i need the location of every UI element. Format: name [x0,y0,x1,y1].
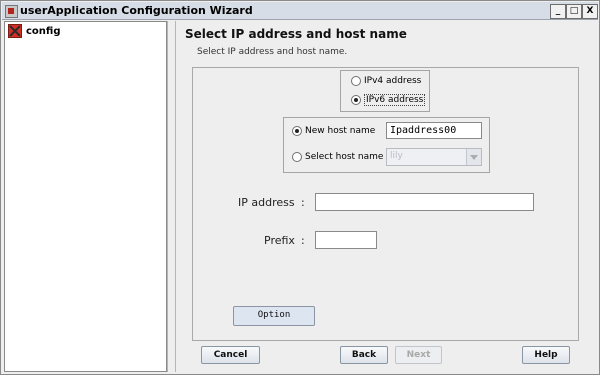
prefix-label: Prefix [264,234,295,247]
title-bar[interactable]: userApplication Configuration Wizard _ □… [2,2,598,20]
config-icon [8,24,22,38]
select-host-radio-indicator [292,152,302,162]
new-host-radio-indicator [292,126,302,136]
prefix-separator: : [301,234,305,247]
select-host-radio[interactable]: Select host name [292,152,383,162]
tree-item-label: config [26,25,61,37]
page-subtitle: Select IP address and host name. [197,47,348,57]
help-button[interactable]: Help [522,346,570,364]
new-host-radio[interactable]: New host name [292,126,375,136]
app-icon [5,5,18,18]
back-button[interactable]: Back [340,346,388,364]
next-button[interactable]: Next [395,346,442,364]
ipv4-radio-indicator [351,76,361,86]
prefix-input[interactable] [315,231,377,249]
minimize-button[interactable]: _ [550,4,566,19]
select-host-combo[interactable]: lily [386,148,482,166]
settings-panel: IPv4 address IPv6 address New host name … [192,67,579,341]
option-button[interactable]: Option [233,306,315,326]
page-title: Select IP address and host name [185,27,407,41]
select-host-value: lily [390,151,403,161]
host-name-group: New host name Ipaddress00 Select host na… [283,117,490,173]
split-divider[interactable] [167,21,176,372]
tree-item-config[interactable]: config [8,24,61,38]
config-tree[interactable]: config [4,21,167,372]
address-type-group: IPv4 address IPv6 address [340,70,430,112]
new-host-radio-label: New host name [305,126,376,136]
ipv6-radio-indicator [351,95,361,105]
new-host-input[interactable]: Ipaddress00 [386,122,482,139]
chevron-down-icon[interactable] [466,149,481,165]
ipv4-radio[interactable]: IPv4 address [351,76,421,86]
ip-address-input[interactable] [315,193,534,211]
window-title: userApplication Configuration Wizard [20,4,253,17]
select-host-radio-label: Select host name [305,152,384,162]
maximize-button[interactable]: □ [566,4,582,19]
cancel-button[interactable]: Cancel [201,346,260,364]
close-button[interactable]: X [582,4,598,19]
ipv4-radio-label: IPv4 address [364,76,422,86]
wizard-window: userApplication Configuration Wizard _ □… [0,0,600,375]
ipv6-radio-label: IPv6 address [364,94,426,106]
ip-address-label: IP address [238,196,295,209]
ip-address-separator: : [301,196,305,209]
ipv6-radio[interactable]: IPv6 address [351,94,426,106]
